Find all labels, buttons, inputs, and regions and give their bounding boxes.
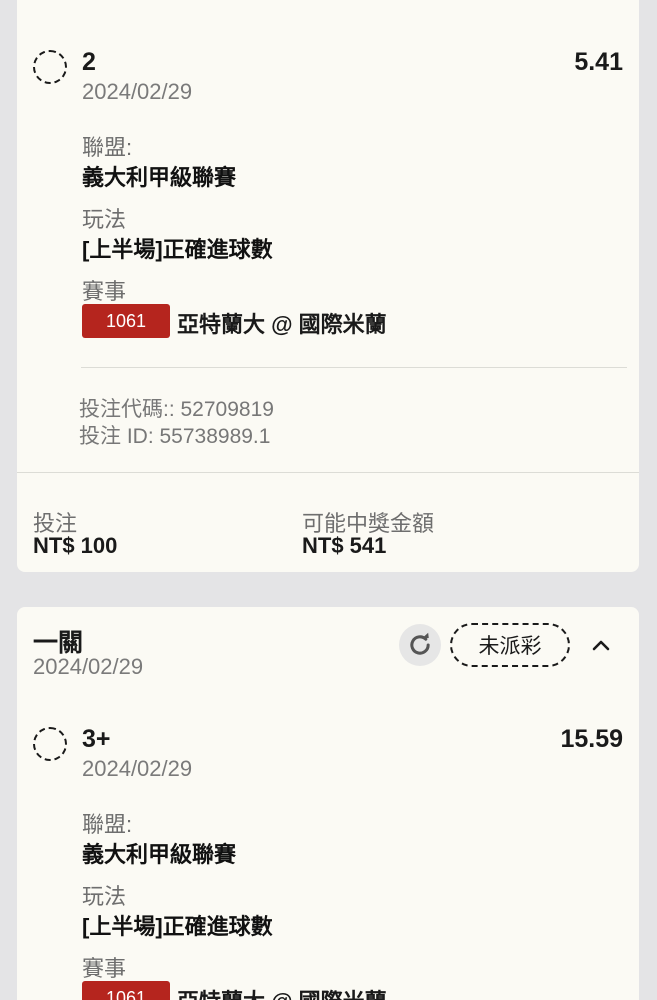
- league-label: 聯盟:: [82, 812, 133, 837]
- market-label: 玩法: [82, 207, 127, 232]
- event-label: 賽事: [82, 279, 127, 304]
- chevron-up-icon: [592, 640, 610, 651]
- selection-date: 2024/02/29: [82, 756, 193, 781]
- selection-status-icon: [33, 727, 67, 761]
- selection-date: 2024/02/29: [82, 79, 193, 104]
- stake-value: NT$ 100: [33, 533, 118, 558]
- market-value: [上半場]正確進球數: [82, 914, 273, 939]
- league-label: 聯盟:: [82, 135, 133, 160]
- bet-id: 投注 ID: 55738989.1: [79, 425, 271, 448]
- league-value: 義大利甲級聯賽: [82, 165, 237, 190]
- collapse-button[interactable]: [589, 633, 613, 657]
- event-name: 亞特蘭大 @ 國際米蘭: [177, 312, 387, 337]
- event-id-badge: 1061: [82, 304, 170, 338]
- event-name: 亞特蘭大 @ 國際米蘭: [177, 984, 387, 1000]
- status-badge: 未派彩: [450, 623, 570, 667]
- event-id-badge: 1061: [82, 981, 170, 1000]
- refresh-button[interactable]: [399, 624, 441, 666]
- divider: [81, 367, 627, 368]
- selection-name: 2: [82, 48, 96, 76]
- selection-name: 3+: [82, 725, 111, 753]
- odds-value: 15.59: [560, 725, 623, 753]
- market-label: 玩法: [82, 884, 127, 909]
- payout-value: NT$ 541: [302, 533, 387, 558]
- event-label: 賽事: [82, 956, 127, 981]
- parlay-date: 2024/02/29: [33, 654, 144, 679]
- parlay-card: 一關 2024/02/29 未派彩 3+ 15.59 2024/02/29 聯盟…: [17, 607, 639, 1000]
- league-value: 義大利甲級聯賽: [82, 842, 237, 867]
- odds-value: 5.41: [574, 48, 623, 76]
- divider: [17, 472, 639, 473]
- selection-status-icon: [33, 50, 67, 84]
- bet-code: 投注代碼:: 52709819: [79, 398, 274, 421]
- refresh-icon: [410, 632, 430, 655]
- bet-card: 2 5.41 2024/02/29 聯盟: 義大利甲級聯賽 玩法 [上半場]正確…: [17, 0, 639, 572]
- market-value: [上半場]正確進球數: [82, 237, 273, 262]
